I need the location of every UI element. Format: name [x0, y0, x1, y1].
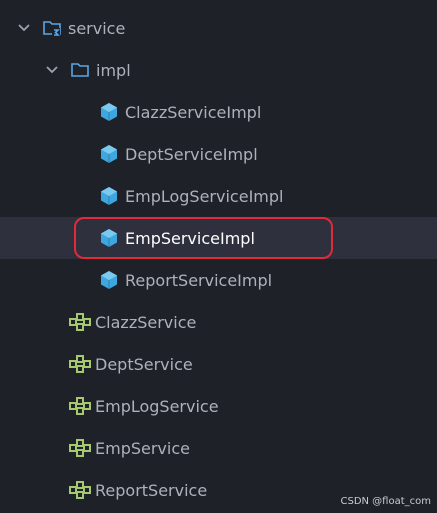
class-label: ClazzServiceImpl	[125, 102, 262, 122]
package-folder-icon	[42, 18, 62, 38]
tree-node-interface[interactable]: EmpLogService	[0, 385, 437, 427]
class-icon	[99, 186, 119, 206]
tree-node-interface[interactable]: DeptService	[0, 343, 437, 385]
tree-node-class-selected[interactable]: EmpServiceImpl	[0, 217, 437, 259]
impl-folder-label: impl	[96, 60, 131, 80]
tree-node-interface[interactable]: ClazzService	[0, 301, 437, 343]
tree-node-impl-folder[interactable]: impl	[0, 49, 437, 91]
project-tree: service impl ClazzServiceImpl DeptServic…	[0, 0, 437, 513]
tree-node-interface[interactable]: EmpService	[0, 427, 437, 469]
chevron-down-icon[interactable]	[16, 20, 32, 36]
service-folder-label: service	[68, 18, 126, 38]
class-icon	[99, 144, 119, 164]
class-icon	[99, 270, 119, 290]
interface-label: EmpService	[95, 438, 190, 458]
class-icon	[99, 228, 119, 248]
tree-node-class[interactable]: DeptServiceImpl	[0, 133, 437, 175]
class-label: EmpLogServiceImpl	[125, 186, 284, 206]
tree-node-class[interactable]: EmpLogServiceImpl	[0, 175, 437, 217]
interface-icon	[69, 480, 91, 500]
folder-icon	[70, 60, 90, 80]
interface-icon	[69, 438, 91, 458]
interface-icon	[69, 312, 91, 332]
class-label: DeptServiceImpl	[125, 144, 258, 164]
interface-icon	[69, 396, 91, 416]
chevron-down-icon[interactable]	[44, 62, 60, 78]
tree-node-service-folder[interactable]: service	[0, 7, 437, 49]
class-icon	[99, 102, 119, 122]
tree-node-class[interactable]: ReportServiceImpl	[0, 259, 437, 301]
tree-node-class[interactable]: ClazzServiceImpl	[0, 91, 437, 133]
class-label: EmpServiceImpl	[125, 228, 255, 248]
interface-label: ClazzService	[95, 312, 197, 332]
watermark: CSDN @float_com	[340, 496, 431, 507]
interface-label: ReportService	[95, 480, 208, 500]
interface-icon	[69, 354, 91, 374]
class-label: ReportServiceImpl	[125, 270, 273, 290]
interface-label: DeptService	[95, 354, 193, 374]
interface-label: EmpLogService	[95, 396, 219, 416]
